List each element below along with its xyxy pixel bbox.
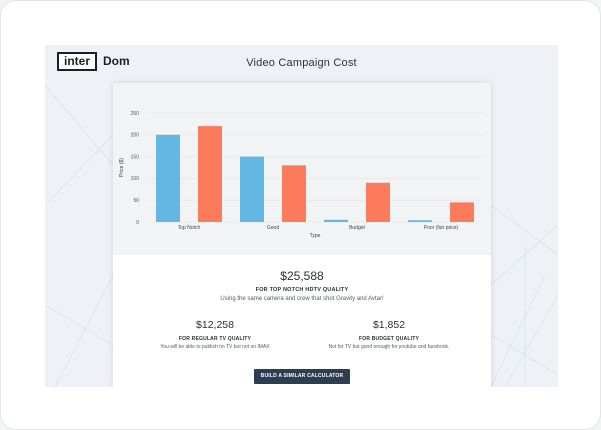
regular-price-description: You will be able to publish on TV but no… (160, 344, 270, 350)
calculator-card: 0 50 100 150 200 250 Top Notch Good Budget Poor (… (113, 83, 491, 387)
main-price: $25,588 (280, 269, 324, 283)
bar (282, 165, 306, 222)
y-tick-label: 250 (131, 111, 140, 117)
y-tick-label: 200 (131, 133, 140, 139)
build-calculator-button[interactable]: BUILD A SIMILAR CALCULATOR (254, 369, 350, 384)
bar (324, 219, 348, 222)
x-tick-label: Budget (349, 225, 365, 231)
bar (156, 134, 180, 222)
budget-price-label: FOR BUDGET QUALITY (359, 336, 419, 342)
y-tick-label: 0 (136, 220, 139, 226)
regular-price: $12,258 (196, 319, 234, 331)
x-tick-label: Top Notch (178, 225, 201, 231)
regular-quality-result: $12,258 FOR REGULAR TV QUALITY You will … (125, 319, 305, 350)
regular-price-label: FOR REGULAR TV QUALITY (178, 336, 252, 342)
x-tick-label: Good (267, 225, 279, 231)
results-panel: $25,588 FOR TOP NOTCH HDTV QUALITY Using… (113, 255, 491, 387)
y-tick-label: 100 (131, 176, 140, 182)
main-price-label: FOR TOP NOTCH HDTV QUALITY (255, 287, 349, 293)
bar (408, 220, 432, 222)
budget-price-description: Not for TV but good enough for youtube a… (328, 344, 450, 350)
bar (240, 156, 264, 222)
chart-panel: 0 50 100 150 200 250 Top Notch Good Budget Poor (… (113, 83, 491, 255)
budget-quality-result: $1,852 FOR BUDGET QUALITY Not for TV but… (299, 319, 479, 350)
y-axis-title: Price ($) (119, 158, 125, 177)
top-bar: inter Dom Video Campaign Cost (45, 45, 558, 81)
budget-price: $1,852 (372, 319, 406, 331)
x-tick-label: Poor (fair price) (424, 225, 459, 231)
device-frame: inter Dom Video Campaign Cost 0 50 100 150 2… (0, 0, 601, 430)
page-title: Video Campaign Cost (246, 57, 357, 69)
bar-chart: 0 50 100 150 200 250 Top Notch Good Budget Poor (… (119, 111, 483, 239)
bar (366, 182, 390, 222)
main-price-description: Using the same camera and crew that shot… (220, 296, 384, 302)
app-screen: inter Dom Video Campaign Cost 0 50 100 150 2… (45, 45, 558, 387)
x-axis-title: Type (310, 233, 321, 239)
bar (450, 202, 474, 222)
y-tick-label: 150 (131, 154, 140, 160)
y-tick-label: 50 (133, 198, 139, 204)
bar (198, 126, 222, 222)
